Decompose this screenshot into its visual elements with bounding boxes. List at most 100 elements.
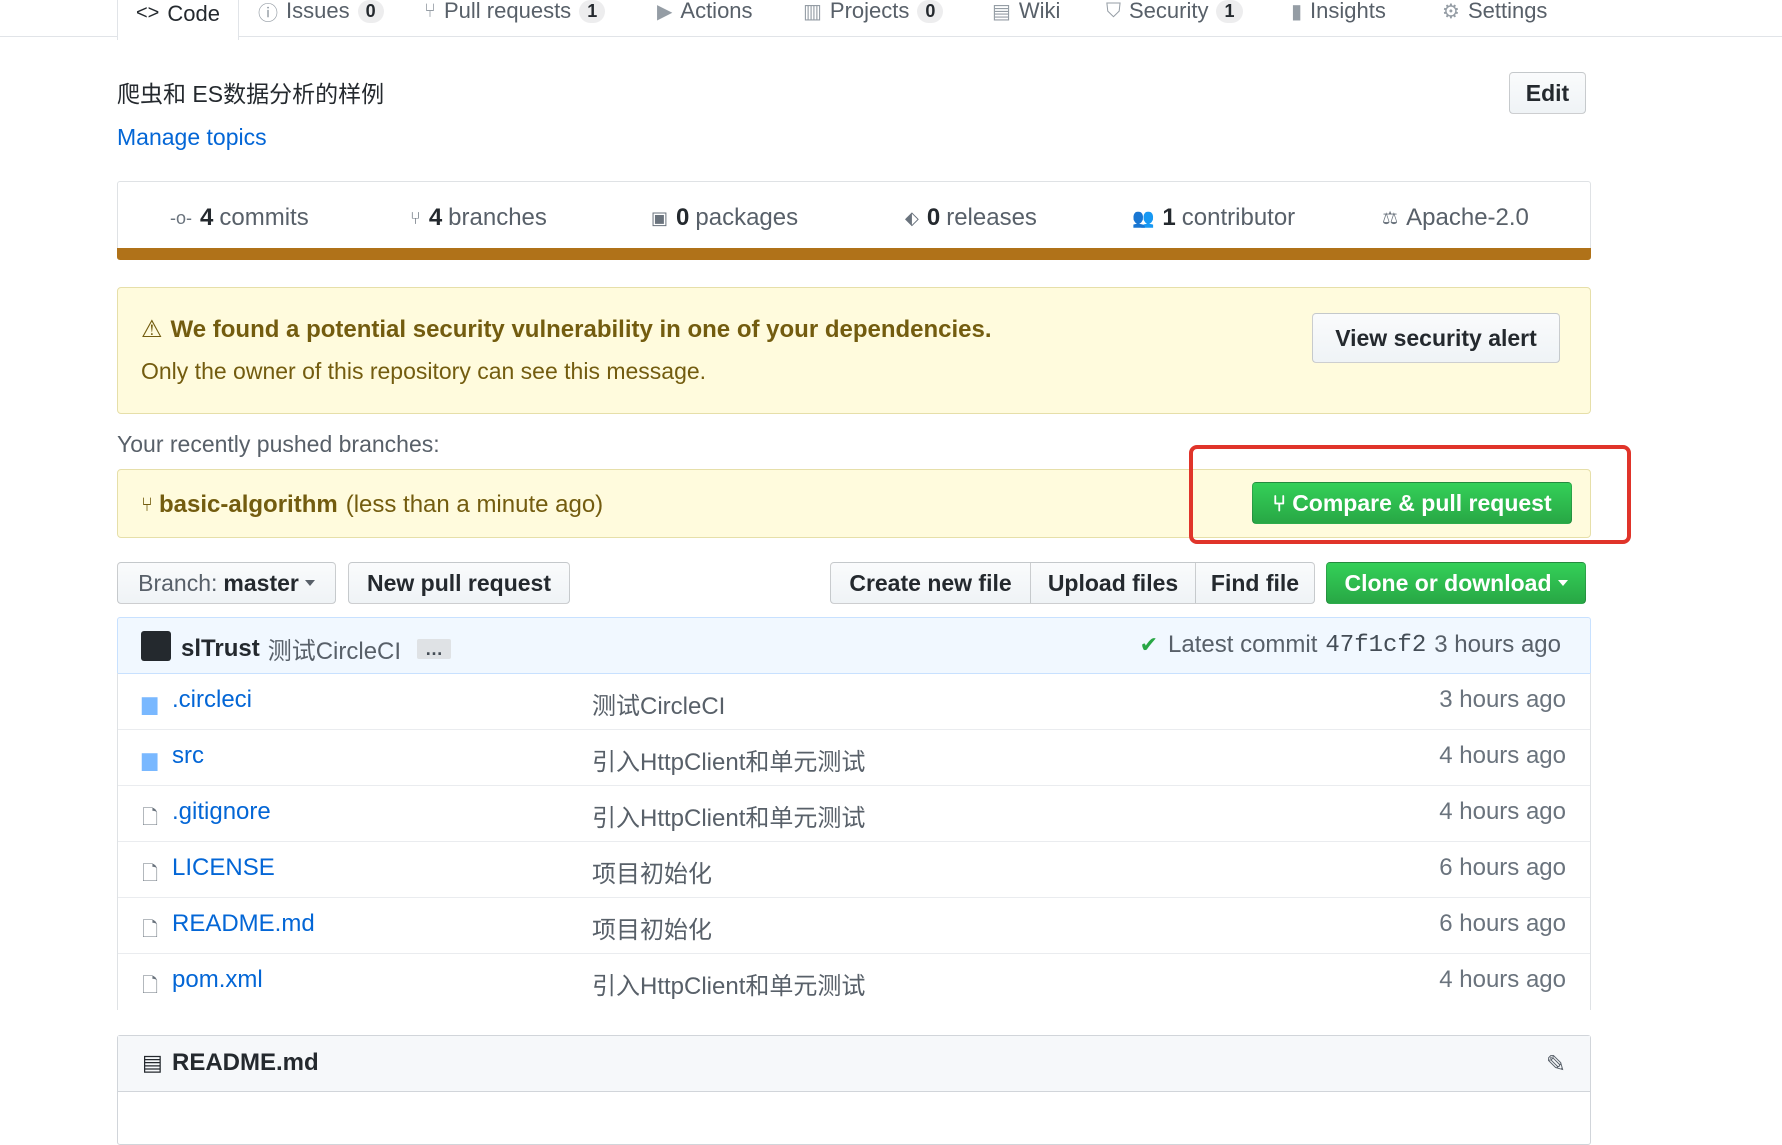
book-icon: ▤ xyxy=(142,1050,163,1075)
file-name-link[interactable]: LICENSE xyxy=(172,854,275,882)
recent-branch-name[interactable]: basic-algorithm xyxy=(159,491,338,519)
chevron-down-icon xyxy=(304,580,315,586)
table-row[interactable]: 🗋 .gitignore 引入HttpClient和单元测试 4 hours a… xyxy=(118,785,1590,842)
packages-count: 0 xyxy=(676,204,690,231)
releases-link[interactable]: ⬖ 0 releases xyxy=(905,204,1037,232)
create-new-file-button[interactable]: Create new file xyxy=(830,562,1031,604)
edit-description-button[interactable]: Edit xyxy=(1509,72,1586,114)
tab-code[interactable]: <> Code xyxy=(117,0,239,40)
play-icon: ▶ xyxy=(657,0,673,23)
commit-author[interactable]: slTrust xyxy=(181,635,260,663)
repo-nav: <> Code ⓘ Issues 0 ⑂ Pull requests 1 ▶ A… xyxy=(0,0,1782,40)
people-icon: 👥 xyxy=(1132,207,1155,228)
avatar[interactable] xyxy=(141,631,171,661)
security-alert-title-row: ⚠ We found a potential security vulnerab… xyxy=(141,315,992,344)
file-list: ▆ .circleci 测试CircleCI 3 hours ago ▆ src… xyxy=(117,673,1591,1010)
branch-select-button[interactable]: Branch: master xyxy=(117,562,336,604)
table-row[interactable]: 🗋 pom.xml 引入HttpClient和单元测试 4 hours ago xyxy=(118,953,1590,1009)
tab-settings[interactable]: ⚙ Settings xyxy=(1442,0,1547,36)
packages-label: packages xyxy=(695,204,799,231)
shield-icon: ⛉ xyxy=(1106,0,1121,22)
clone-download-button[interactable]: Clone or download xyxy=(1326,562,1586,604)
security-alert-subtitle: Only the owner of this repository can se… xyxy=(141,358,707,384)
branch-select-prefix: Branch: xyxy=(138,569,218,596)
folder-icon: ▆ xyxy=(142,749,158,771)
tab-security[interactable]: ⛉ Security 1 xyxy=(1106,0,1243,36)
tab-label: Code xyxy=(167,0,220,26)
language-bar[interactable] xyxy=(117,248,1591,260)
file-icon: 🗋 xyxy=(142,807,159,829)
project-icon: ▥ xyxy=(803,0,822,23)
file-icon: 🗋 xyxy=(142,975,159,997)
find-file-button[interactable]: Find file xyxy=(1195,562,1315,604)
file-commit-message[interactable]: 引入HttpClient和单元测试 xyxy=(592,742,865,777)
tab-label: Pull requests xyxy=(444,0,572,23)
tab-label: Settings xyxy=(1467,0,1548,23)
tab-insights[interactable]: ▮ Insights xyxy=(1291,0,1386,36)
file-commit-message[interactable]: 引入HttpClient和单元测试 xyxy=(592,798,865,833)
alert-icon: ⚠ xyxy=(141,316,163,343)
branches-count: 4 xyxy=(428,204,443,231)
tab-wiki[interactable]: ▤ Wiki xyxy=(992,0,1060,36)
commit-sha[interactable]: 47f1cf2 xyxy=(1325,632,1426,659)
manage-topics-link[interactable]: Manage topics xyxy=(117,124,267,151)
tag-icon: ⬖ xyxy=(905,207,919,228)
file-commit-message[interactable]: 引入HttpClient和单元测试 xyxy=(592,966,865,1001)
license-label: Apache-2.0 xyxy=(1406,204,1529,231)
file-name-link[interactable]: src xyxy=(172,742,204,770)
tab-label: Wiki xyxy=(1018,0,1061,23)
tab-label: Issues xyxy=(286,0,350,23)
table-row[interactable]: 🗋 LICENSE 项目初始化 6 hours ago xyxy=(118,841,1590,898)
tab-issues[interactable]: ⓘ Issues 0 xyxy=(258,0,384,36)
table-row[interactable]: ▆ .circleci 测试CircleCI 3 hours ago xyxy=(118,673,1590,730)
file-age: 6 hours ago xyxy=(1439,910,1566,937)
contributors-link[interactable]: 👥 1 contributor xyxy=(1132,204,1295,232)
file-icon: 🗋 xyxy=(142,863,159,885)
upload-files-button[interactable]: Upload files xyxy=(1030,562,1196,604)
releases-label: releases xyxy=(946,204,1037,231)
commits-link[interactable]: -o- 4 commits xyxy=(170,204,309,232)
code-icon: <> xyxy=(136,2,160,24)
tab-pull-requests[interactable]: ⑂ Pull requests 1 xyxy=(424,0,606,36)
commit-message[interactable]: 测试CircleCI xyxy=(268,631,401,666)
file-age: 4 hours ago xyxy=(1439,742,1566,769)
contributors-count: 1 xyxy=(1162,204,1176,231)
repo-description: 爬虫和 ES数据分析的样例 xyxy=(117,81,385,107)
file-commit-message[interactable]: 项目初始化 xyxy=(592,910,712,945)
recent-branches-heading: Your recently pushed branches: xyxy=(117,431,440,457)
tab-label: Security xyxy=(1129,0,1209,23)
branches-link[interactable]: ⑂ 4 branches xyxy=(410,204,547,232)
license-link[interactable]: ⚖ Apache-2.0 xyxy=(1382,204,1529,232)
commit-expand-button[interactable]: … xyxy=(417,638,452,659)
pencil-icon[interactable]: ✎ xyxy=(1546,1050,1566,1079)
recent-branch-time: (less than a minute ago) xyxy=(345,491,604,518)
tab-actions[interactable]: ▶ Actions xyxy=(657,0,753,36)
branch-icon: ⑂ xyxy=(410,207,421,228)
recent-branch-info: ⑂ basic-algorithm (less than a minute ag… xyxy=(141,491,603,519)
table-row[interactable]: 🗋 README.md 项目初始化 6 hours ago xyxy=(118,897,1590,954)
file-name-link[interactable]: README.md xyxy=(172,910,315,938)
contributors-label: contributor xyxy=(1181,204,1296,231)
file-name-link[interactable]: .gitignore xyxy=(172,798,271,826)
tab-projects[interactable]: ▥ Projects 0 xyxy=(803,0,944,36)
view-security-alert-button[interactable]: View security alert xyxy=(1312,313,1560,363)
issues-counter: 0 xyxy=(357,0,384,23)
file-commit-message[interactable]: 项目初始化 xyxy=(592,854,712,889)
new-pull-request-button[interactable]: New pull request xyxy=(348,562,570,604)
branch-icon: ⑂ xyxy=(141,493,153,516)
readme-title: README.md xyxy=(172,1049,319,1076)
file-age: 4 hours ago xyxy=(1439,966,1566,993)
file-name-link[interactable]: pom.xml xyxy=(172,966,263,994)
tab-label: Insights xyxy=(1310,0,1386,23)
commits-count: 4 xyxy=(200,204,214,231)
gear-icon: ⚙ xyxy=(1442,0,1460,23)
tab-label: Projects xyxy=(829,0,910,23)
file-age: 4 hours ago xyxy=(1439,798,1566,825)
graph-icon: ▮ xyxy=(1291,0,1303,23)
file-name-link[interactable]: .circleci xyxy=(172,686,252,714)
branches-label: branches xyxy=(448,204,547,231)
commit-icon: -o- xyxy=(170,207,192,228)
table-row[interactable]: ▆ src 引入HttpClient和单元测试 4 hours ago xyxy=(118,729,1590,786)
packages-link[interactable]: ▣ 0 packages xyxy=(651,204,798,232)
file-commit-message[interactable]: 测试CircleCI xyxy=(592,686,725,721)
